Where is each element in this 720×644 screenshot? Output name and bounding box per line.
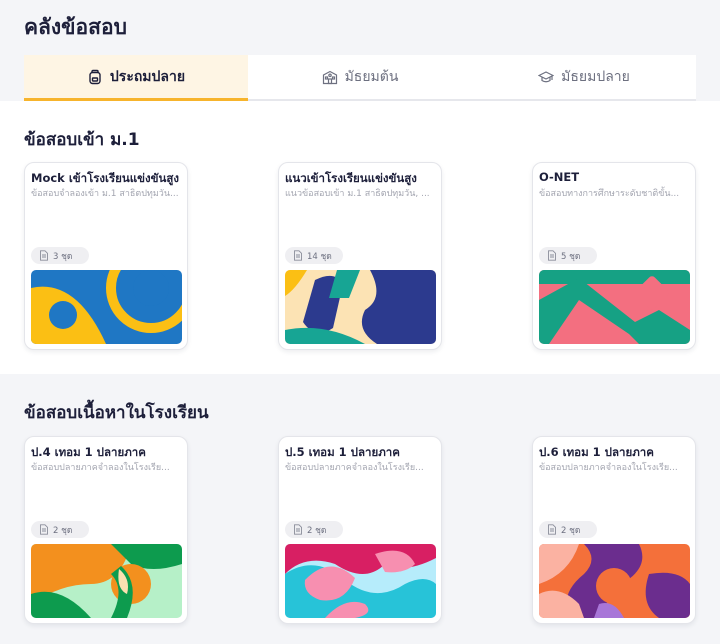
document-icon <box>548 524 556 535</box>
exam-card[interactable]: Mock เข้าโรงเรียนแข่งขันสูง ข้อสอบจำลองเ… <box>24 162 188 350</box>
graduation-cap-icon <box>538 71 555 83</box>
set-count-badge: 2 ชุด <box>285 521 343 538</box>
tab-label: มัธยมต้น <box>344 69 399 85</box>
page-title: คลังข้อสอบ <box>24 15 127 39</box>
set-count-badge: 2 ชุด <box>31 521 89 538</box>
document-icon <box>294 524 302 535</box>
tab-label: มัธยมปลาย <box>561 69 630 85</box>
tab-primary-upper[interactable]: ประถมปลาย <box>24 55 248 101</box>
tab-label: ประถมปลาย <box>109 69 186 85</box>
card-cover-art[interactable] <box>285 270 436 344</box>
document-icon <box>548 250 556 261</box>
section-school-content: ข้อสอบเนื้อหาในโรงเรียน ป.4 เทอม 1 ปลายภ… <box>0 374 720 644</box>
card-description: ข้อสอบปลายภาคจำลองในโรงเรีย... <box>285 463 424 473</box>
exam-card[interactable]: แนวเข้าโรงเรียนแข่งขันสูง แนวข้อสอบเข้า … <box>278 162 442 350</box>
card-cover-art <box>285 544 436 618</box>
exam-card[interactable]: ป.5 เทอม 1 ปลายภาค ข้อสอบปลายภาคจำลองในโ… <box>278 436 442 624</box>
section-entrance: ข้อสอบเข้า ม.1 Mock เข้าโรงเรียนแข่งขันส… <box>0 101 720 374</box>
card-description: ข้อสอบจำลองเข้า ม.1 สาธิตปทุมวัน... <box>31 189 179 199</box>
card-cover-art <box>539 544 690 618</box>
tab-secondary-upper[interactable]: มัธยมปลาย <box>472 55 696 99</box>
backpack-icon <box>89 69 101 85</box>
exam-card[interactable]: ป.6 เทอม 1 ปลายภาค ข้อสอบปลายภาคจำลองในโ… <box>532 436 696 624</box>
card-description: ข้อสอบปลายภาคจำลองในโรงเรีย... <box>31 463 170 473</box>
level-tabs: ประถมปลาย มัธยมต้น มัธยมปลาย <box>24 55 696 101</box>
set-count-badge: 2 ชุด <box>539 521 597 538</box>
card-description: ข้อสอบทางการศึกษาระดับชาติขั้น... <box>539 189 680 199</box>
card-cover-art <box>539 270 690 344</box>
card-description: แนวข้อสอบเข้า ม.1 สาธิตปทุมวัน, ... <box>285 189 430 199</box>
document-icon <box>40 524 48 535</box>
tab-secondary-lower[interactable]: มัธยมต้น <box>248 55 472 99</box>
section-title: ข้อสอบเนื้อหาในโรงเรียน <box>24 403 209 423</box>
set-count-badge: 5 ชุด <box>539 247 597 264</box>
section-title: ข้อสอบเข้า ม.1 <box>24 130 140 150</box>
card-cover-art <box>31 270 182 344</box>
set-count-badge: 3 ชุด <box>31 247 89 264</box>
document-icon <box>40 250 48 261</box>
school-icon <box>322 70 337 85</box>
exam-card[interactable]: O-NET ข้อสอบทางการศึกษาระดับชาติขั้น... … <box>532 162 696 350</box>
exam-card[interactable]: ป.4 เทอม 1 ปลายภาค ข้อสอบปลายภาคจำลองในโ… <box>24 436 188 624</box>
document-icon <box>294 250 302 261</box>
set-count-badge: 14 ชุด <box>285 247 343 264</box>
card-description: ข้อสอบปลายภาคจำลองในโรงเรีย... <box>539 463 678 473</box>
card-title: O-NET <box>539 170 580 184</box>
card-cover-art <box>31 544 182 618</box>
